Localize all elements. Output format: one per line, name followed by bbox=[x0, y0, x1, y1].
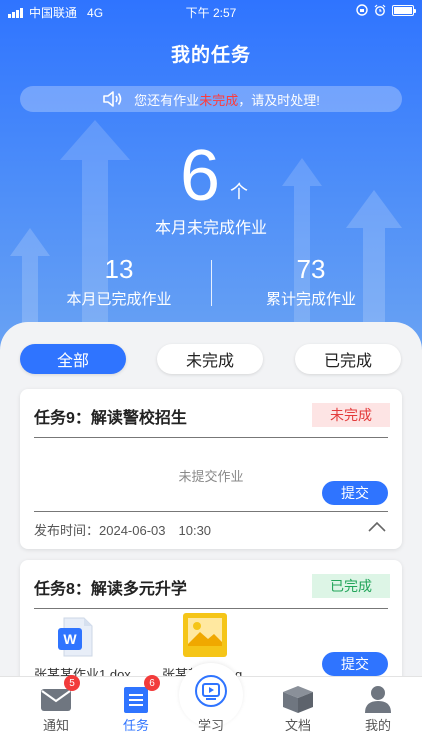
task-panel: 全部 未完成 已完成 任务9：解读警校招生 未完成 未提交作业 提交 发布时间：… bbox=[0, 322, 422, 700]
tab-task[interactable]: 6 任务 bbox=[94, 675, 178, 750]
play-screen-icon bbox=[195, 675, 227, 707]
notification-badge: 5 bbox=[64, 675, 80, 691]
tab-study[interactable]: 学习 bbox=[169, 675, 253, 750]
divider bbox=[34, 608, 388, 609]
chevron-up-icon[interactable] bbox=[368, 521, 386, 533]
filter-tabs: 全部 未完成 已完成 bbox=[20, 344, 402, 374]
task-badge: 6 bbox=[144, 675, 160, 691]
status-badge: 未完成 bbox=[312, 403, 390, 427]
tab-label: 任务 bbox=[122, 718, 149, 733]
status-bar: 中国联通 4G 下午 2:57 bbox=[0, 0, 422, 22]
stat-divider bbox=[211, 260, 212, 306]
status-badge: 已完成 bbox=[312, 574, 390, 598]
completed-total-stat: 73 累计完成作业 bbox=[236, 254, 386, 309]
task-card[interactable]: 任务9：解读警校招生 未完成 未提交作业 提交 发布时间：2024-06-03 … bbox=[20, 389, 402, 549]
completed-month-stat: 13 本月已完成作业 bbox=[44, 254, 194, 309]
alarm-icon bbox=[374, 4, 386, 16]
filter-completed[interactable]: 已完成 bbox=[295, 344, 401, 374]
task-title: 任务9：解读警校招生 bbox=[34, 410, 187, 427]
tab-label: 通知 bbox=[42, 718, 69, 733]
task-title: 任务8：解读多元升学 bbox=[34, 581, 187, 598]
notice-text: 您还有作业未完成，请及时处理! bbox=[134, 92, 320, 108]
tab-label: 我的 bbox=[364, 718, 391, 733]
user-icon bbox=[365, 686, 391, 713]
image-file-icon bbox=[183, 613, 227, 657]
notice-banner[interactable]: 您还有作业未完成，请及时处理! bbox=[20, 86, 402, 112]
svg-text:W: W bbox=[63, 631, 77, 647]
completed-total-count: 73 bbox=[296, 254, 326, 284]
submit-button[interactable]: 提交 bbox=[322, 481, 388, 505]
pending-count: 6 bbox=[180, 136, 221, 216]
tab-profile[interactable]: 我的 bbox=[336, 677, 420, 750]
publish-time: 发布时间：2024-06-03 10:30 bbox=[34, 523, 212, 538]
speaker-icon bbox=[103, 91, 122, 107]
word-file-icon: W bbox=[58, 617, 93, 657]
submit-button[interactable]: 提交 bbox=[322, 652, 388, 676]
divider bbox=[34, 511, 388, 512]
completed-total-label: 累计完成作业 bbox=[265, 291, 356, 308]
filter-all[interactable]: 全部 bbox=[20, 344, 126, 374]
tab-label: 文档 bbox=[284, 718, 311, 733]
notice-highlight: 未完成 bbox=[199, 92, 239, 108]
box-icon bbox=[283, 686, 313, 713]
bottom-tab-bar: 5 通知 6 任务 学习 文档 我的 bbox=[0, 663, 422, 750]
pending-unit: 个 bbox=[230, 182, 248, 202]
tab-notice[interactable]: 5 通知 bbox=[14, 675, 98, 750]
completed-month-count: 13 bbox=[104, 254, 134, 284]
tab-label: 学习 bbox=[197, 718, 224, 733]
filter-pending[interactable]: 未完成 bbox=[157, 344, 263, 374]
pending-label: 本月未完成作业 bbox=[154, 220, 267, 237]
tab-docs[interactable]: 文档 bbox=[256, 677, 340, 750]
battery-icon bbox=[392, 4, 416, 16]
page-title: 我的任务 bbox=[170, 45, 251, 66]
divider bbox=[34, 437, 388, 438]
completed-month-label: 本月已完成作业 bbox=[66, 291, 172, 308]
rotation-lock-icon bbox=[356, 4, 368, 16]
